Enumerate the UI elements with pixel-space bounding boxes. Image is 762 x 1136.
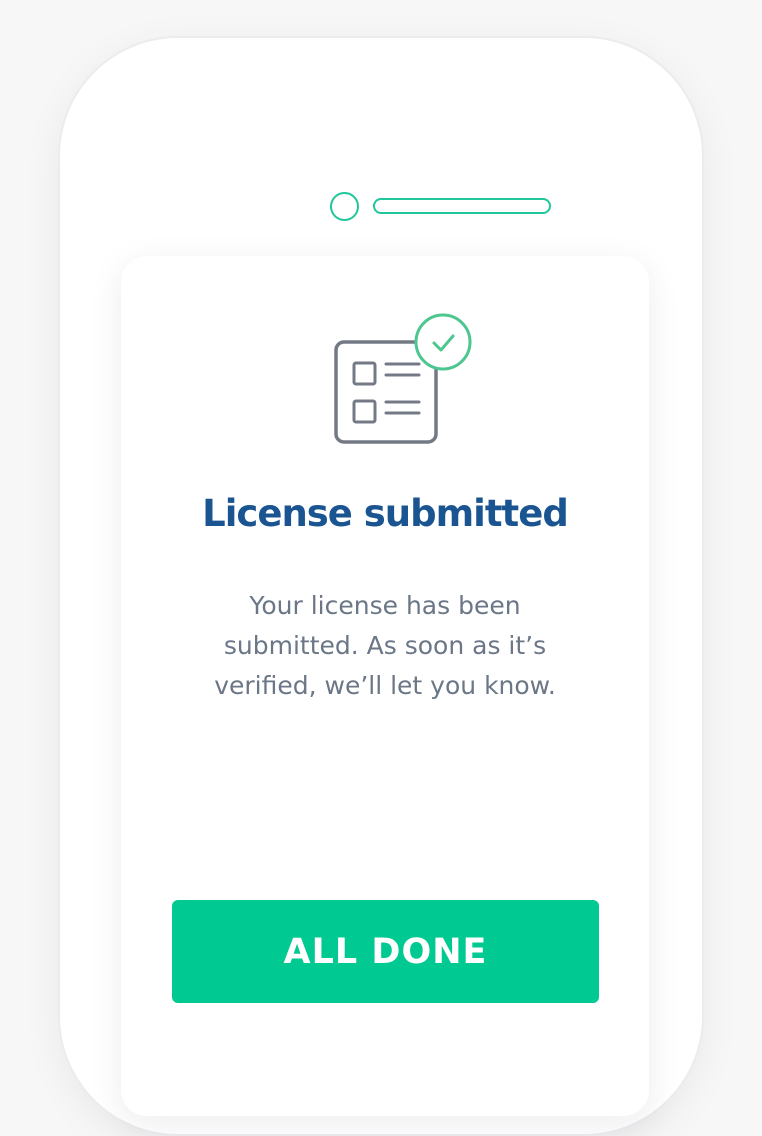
page-title: License submitted [202, 492, 569, 535]
checklist-check-icon [334, 313, 472, 444]
camera-icon [330, 192, 359, 221]
confirmation-card: License submitted Your license has been … [121, 256, 649, 1116]
all-done-button[interactable]: ALL DONE [172, 900, 599, 1003]
speaker-icon [373, 198, 551, 214]
confirmation-message: Your license has been submitted. As soon… [214, 591, 556, 700]
